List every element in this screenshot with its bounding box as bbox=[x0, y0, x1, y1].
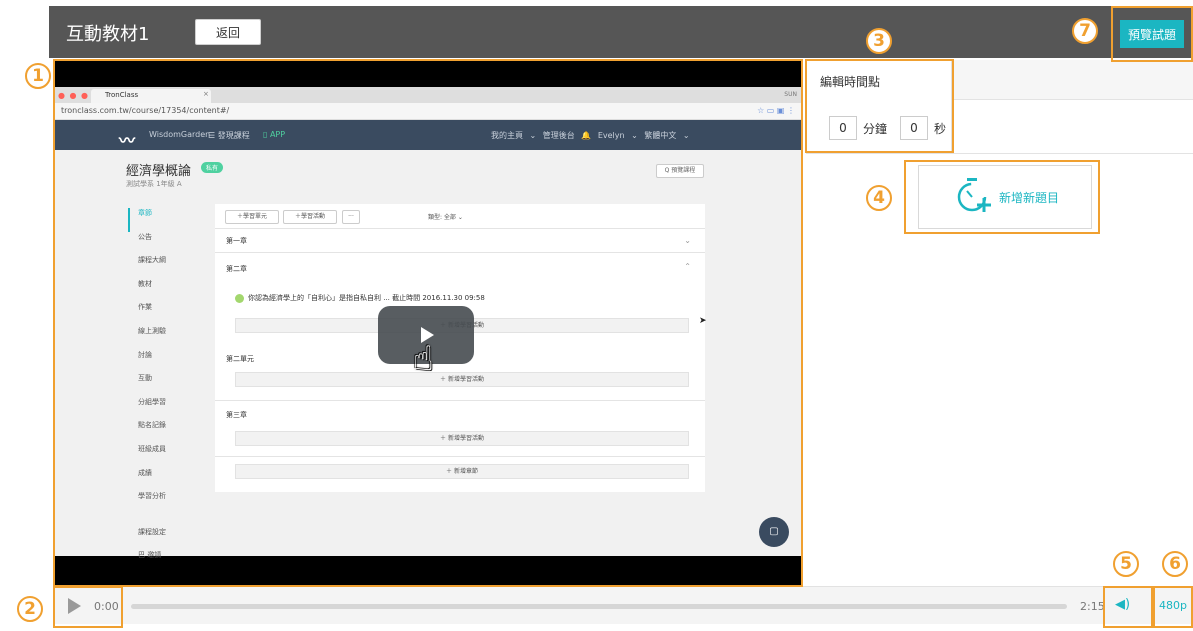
divider bbox=[806, 153, 1193, 154]
annotation-box-volume bbox=[1103, 586, 1153, 628]
progress-bar[interactable] bbox=[131, 604, 1067, 609]
annotation-number: 4 bbox=[866, 185, 892, 211]
annotation-number: 6 bbox=[1162, 551, 1188, 577]
page-root: { "header": { "title": "互動教材1", "back_la… bbox=[0, 0, 1193, 631]
annotation-number: 5 bbox=[1113, 551, 1139, 577]
top-header: 互動教材1 返回 預覽試題 bbox=[49, 6, 1193, 58]
back-button[interactable]: 返回 bbox=[195, 19, 261, 45]
annotation-box-preview bbox=[1111, 6, 1193, 62]
page-title: 互動教材1 bbox=[66, 24, 150, 45]
player-controls: 0:00 2:15 ◀) 480p bbox=[53, 586, 1193, 624]
annotation-box-add-question bbox=[904, 160, 1100, 234]
annotation-box-edit bbox=[805, 59, 954, 153]
annotation-number: 3 bbox=[866, 28, 892, 54]
annotation-box-quality bbox=[1153, 586, 1193, 628]
annotation-number: 7 bbox=[1072, 18, 1098, 44]
annotation-box-video bbox=[53, 59, 803, 587]
annotation-number: 2 bbox=[17, 596, 43, 622]
duration: 2:15 bbox=[1080, 600, 1105, 613]
annotation-number: 1 bbox=[25, 63, 51, 89]
annotation-box-play bbox=[53, 586, 123, 628]
